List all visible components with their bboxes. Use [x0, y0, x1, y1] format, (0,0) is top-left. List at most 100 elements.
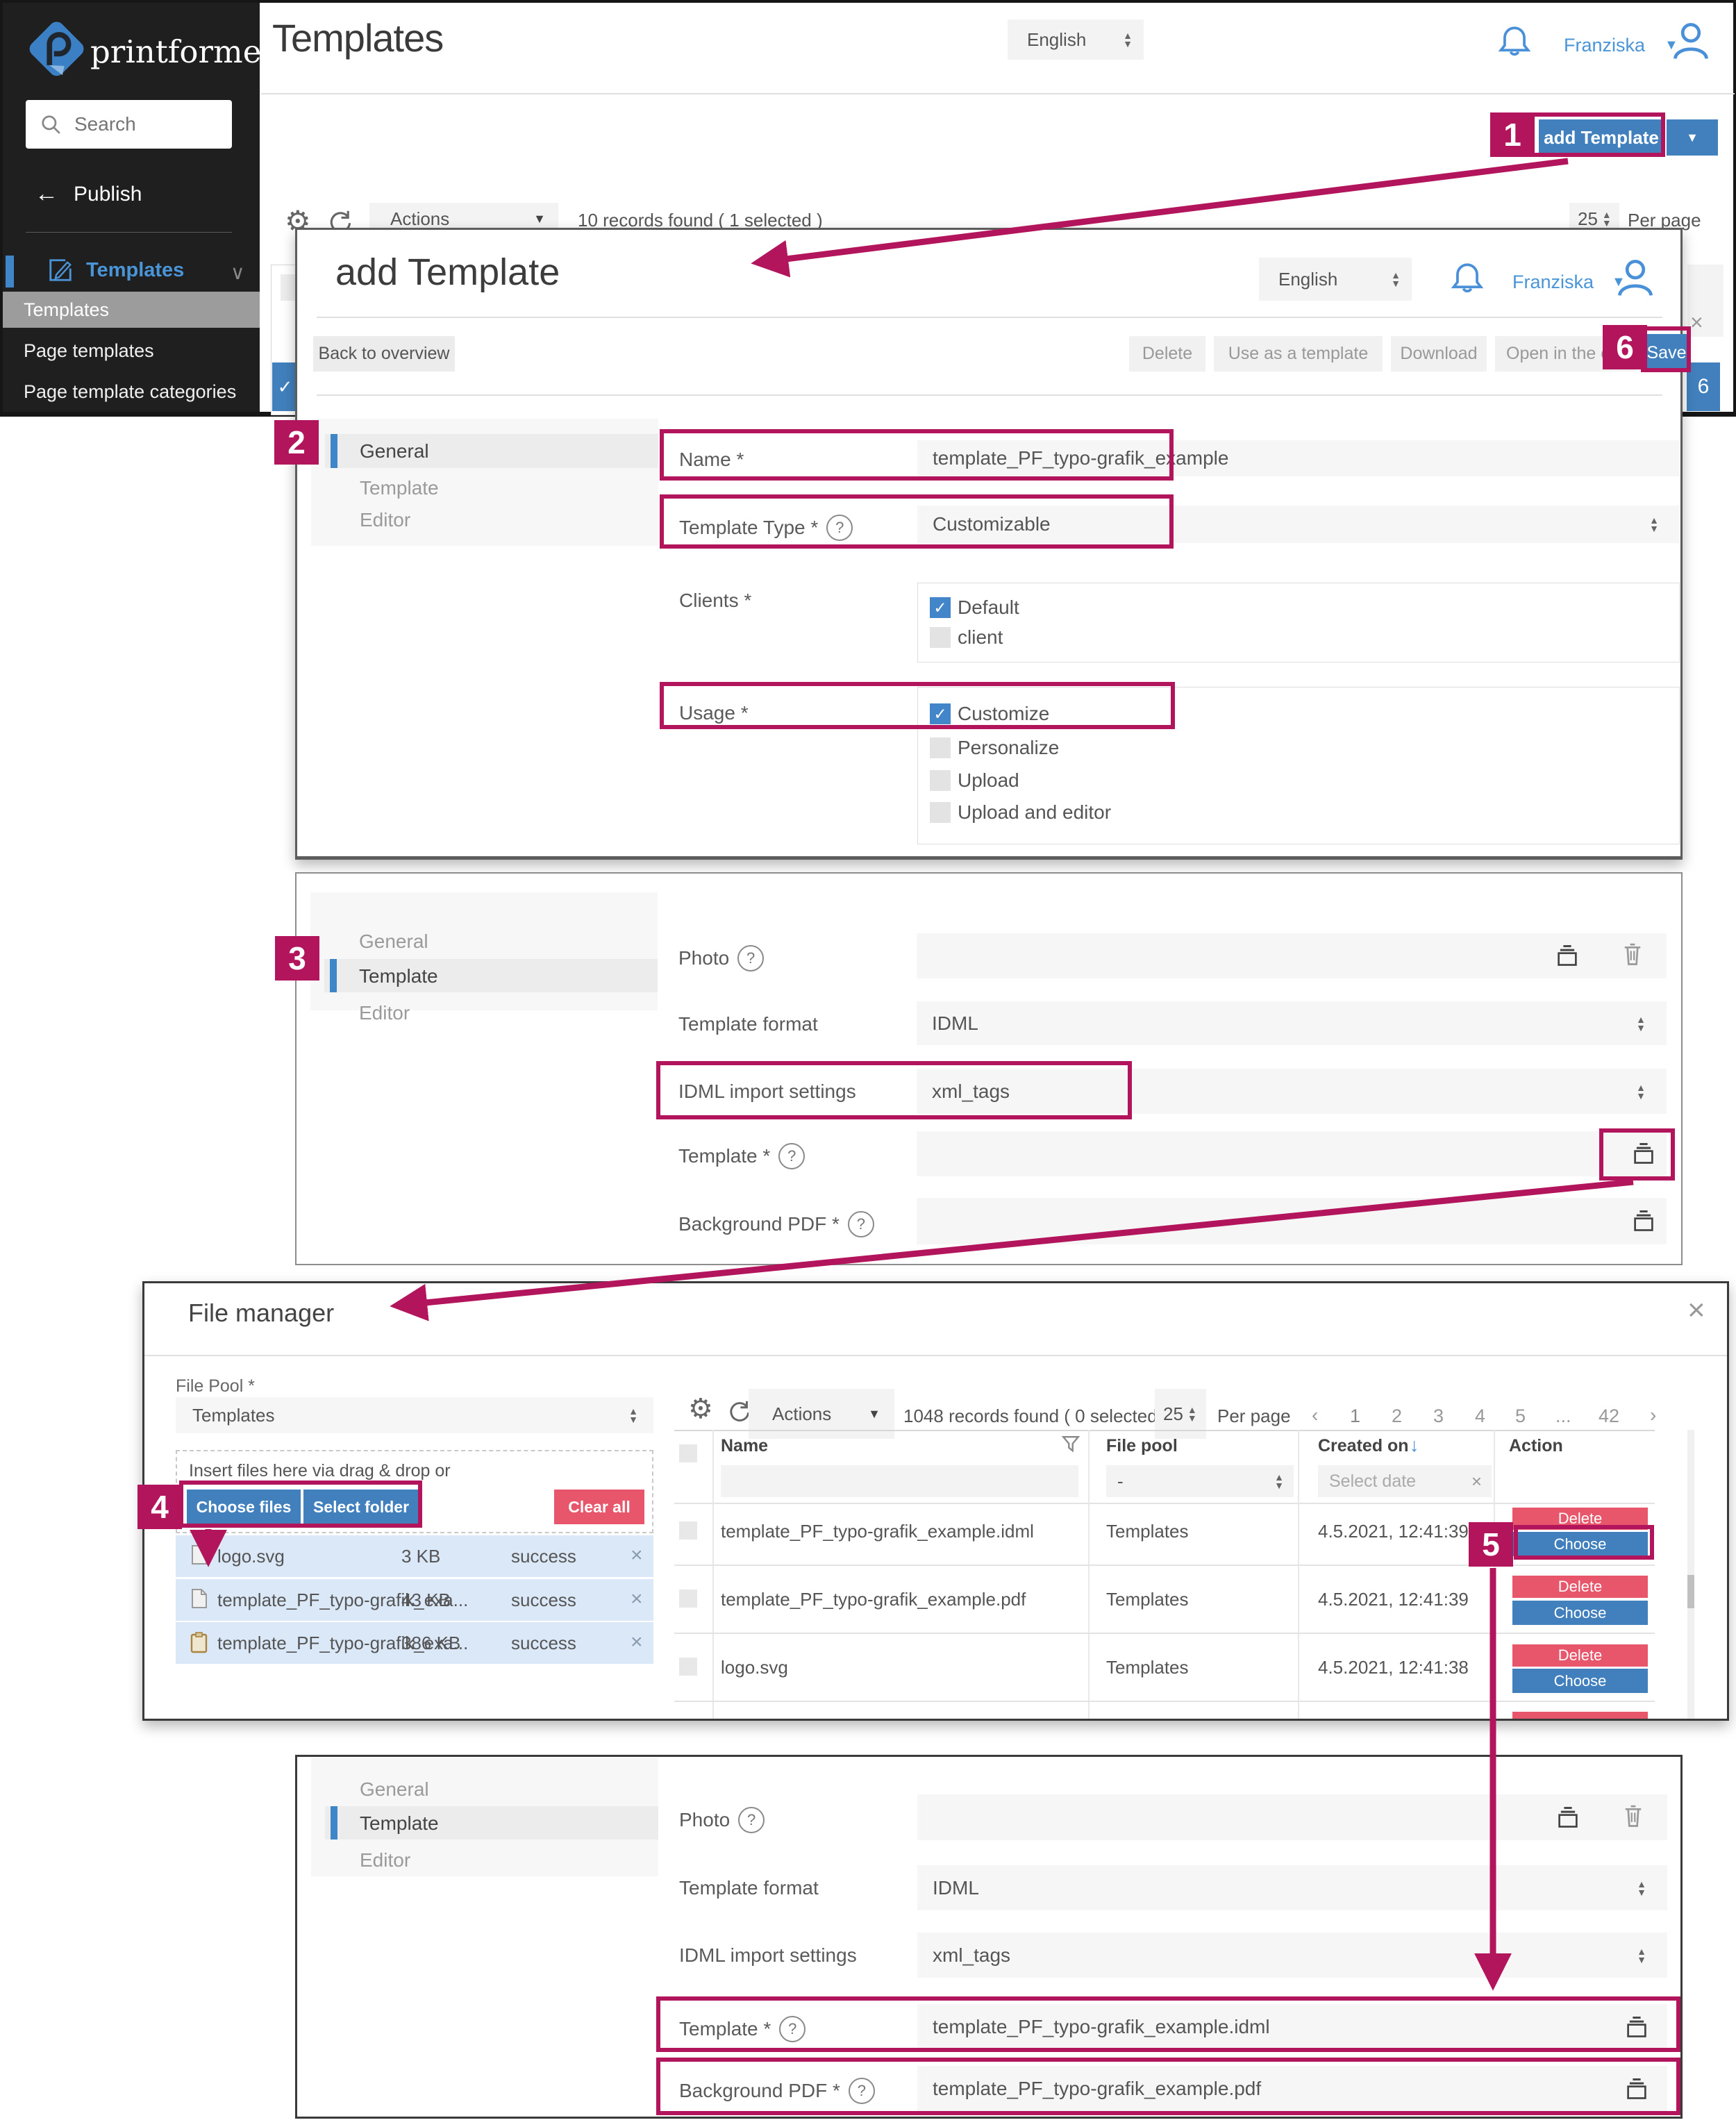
tab-template-active[interactable]: Template: [324, 959, 658, 992]
language-select[interactable]: English ▲▼: [1008, 19, 1144, 60]
caret-down-icon: ▼: [868, 1407, 880, 1421]
sidebar-search[interactable]: [26, 100, 232, 149]
caret-down-icon: ▼: [1686, 131, 1699, 145]
tab-editor[interactable]: Editor: [360, 509, 410, 531]
usage-option-upload[interactable]: Upload: [930, 769, 1019, 792]
refresh-icon[interactable]: [726, 1400, 750, 1424]
row-checkbox[interactable]: [679, 1590, 697, 1608]
modal-title: add Template: [335, 251, 560, 294]
close-icon[interactable]: ×: [1687, 1293, 1705, 1328]
upload-row: template_PF_typo-grafik_exa... 386 KB su…: [176, 1622, 653, 1664]
user-menu[interactable]: Franziska ▼: [1512, 272, 1626, 293]
help-icon[interactable]: ?: [737, 945, 764, 971]
select-all-checkbox[interactable]: [679, 1444, 697, 1462]
pagination-prev[interactable]: ‹: [1312, 1404, 1318, 1426]
sidebar-item-page-templates[interactable]: Page templates: [24, 340, 154, 362]
page-3[interactable]: 3: [1433, 1406, 1444, 1427]
clear-icon[interactable]: ×: [1471, 1471, 1482, 1492]
use-as-template-button[interactable]: Use as a template: [1214, 336, 1383, 372]
template-format-select[interactable]: IDML ▲▼: [917, 1001, 1667, 1045]
page-42[interactable]: 42: [1599, 1406, 1619, 1427]
idml-import-select[interactable]: xml_tags ▲▼: [917, 1933, 1667, 1978]
sort-desc-icon[interactable]: ↓: [1410, 1435, 1419, 1456]
sort-arrows-icon: ▲▼: [1636, 1015, 1646, 1032]
tab-general[interactable]: General: [359, 931, 428, 953]
user-icon[interactable]: [1671, 21, 1711, 61]
sidebar-item-publish[interactable]: ← Publish: [35, 181, 142, 208]
tab-template[interactable]: Template: [360, 477, 439, 499]
tab-panel: General Template Editor: [311, 1758, 658, 1876]
language-select[interactable]: English ▲▼: [1259, 258, 1412, 301]
back-to-overview-button[interactable]: Back to overview: [313, 336, 455, 372]
chevron-down-icon[interactable]: ∨: [231, 261, 245, 284]
bell-icon[interactable]: [1450, 260, 1485, 295]
file-icon: [188, 1544, 210, 1567]
checkbox-unchecked-icon[interactable]: [930, 802, 951, 823]
tab-general-active[interactable]: General: [325, 434, 658, 468]
remove-icon[interactable]: ×: [631, 1544, 643, 1567]
gear-icon[interactable]: ⚙: [688, 1393, 713, 1425]
upload-row: template_PF_typo-grafik_exa... 43 KB suc…: [176, 1579, 653, 1621]
user-menu[interactable]: Franziska ▼: [1564, 35, 1678, 56]
client-option-default[interactable]: Default: [930, 597, 1019, 619]
checkbox-unchecked-icon[interactable]: [930, 770, 951, 791]
delete-button[interactable]: Delete: [1512, 1576, 1648, 1598]
remove-icon[interactable]: ×: [631, 1630, 643, 1654]
trash-icon[interactable]: [1620, 942, 1645, 967]
file-manager-icon[interactable]: [1555, 1805, 1580, 1829]
tab-template-active[interactable]: Template: [325, 1806, 658, 1840]
page-5[interactable]: 5: [1515, 1406, 1526, 1427]
brand-wordmark: printformer: [90, 33, 276, 70]
add-template-dropdown-button[interactable]: ▼: [1667, 119, 1718, 156]
row-select-fragment: ✓: [272, 362, 298, 411]
tab-editor[interactable]: Editor: [360, 1849, 410, 1871]
actions-select[interactable]: Actions ▼: [749, 1389, 894, 1439]
template-format-select[interactable]: IDML ▲▼: [917, 1865, 1667, 1910]
delete-button[interactable]: Delete: [1512, 1644, 1648, 1667]
clear-all-button[interactable]: Clear all: [554, 1490, 644, 1524]
trash-icon[interactable]: [1621, 1804, 1646, 1829]
scrollbar-track[interactable]: [1687, 1430, 1694, 1719]
publish-label: Publish: [74, 183, 142, 206]
page-1[interactable]: 1: [1350, 1406, 1360, 1427]
remove-icon[interactable]: ×: [631, 1587, 643, 1611]
sidebar-item-page-template-categories[interactable]: Page template categories: [24, 381, 236, 403]
checkbox-unchecked-icon[interactable]: [930, 737, 951, 758]
checkbox-unchecked-icon[interactable]: [930, 627, 951, 648]
delete-button[interactable]: Delete: [1129, 336, 1205, 372]
help-icon[interactable]: ?: [778, 1143, 805, 1169]
file-pool-filter-select[interactable]: - ▲▼: [1106, 1465, 1294, 1497]
choose-button[interactable]: Choose: [1512, 1601, 1648, 1625]
row-checkbox[interactable]: [679, 1658, 697, 1676]
checkbox-checked-icon[interactable]: [930, 597, 951, 618]
search-input[interactable]: [73, 112, 215, 136]
usage-option-upload-and-editor[interactable]: Upload and editor: [930, 801, 1111, 824]
name-filter-input[interactable]: [721, 1465, 1078, 1497]
background-pdf-label: Background PDF *?: [678, 1211, 874, 1237]
scrollbar-thumb[interactable]: [1687, 1575, 1694, 1608]
bell-icon[interactable]: [1497, 24, 1532, 58]
per-page-select[interactable]: 25 ▲▼: [1155, 1389, 1206, 1439]
tab-general[interactable]: General: [360, 1778, 429, 1801]
usage-option-personalize[interactable]: Personalize: [930, 737, 1059, 759]
file-manager-icon[interactable]: [1555, 944, 1580, 967]
help-icon[interactable]: ?: [738, 1807, 765, 1833]
row-checkbox[interactable]: [679, 1521, 697, 1540]
user-icon[interactable]: [1615, 258, 1655, 298]
highlight-usage-customize: [660, 682, 1175, 729]
help-icon[interactable]: ?: [848, 1211, 874, 1237]
page-4[interactable]: 4: [1475, 1406, 1485, 1427]
client-option-client[interactable]: client: [930, 626, 1003, 649]
page-2[interactable]: 2: [1392, 1406, 1402, 1427]
choose-button[interactable]: Choose: [1512, 1669, 1648, 1693]
sidebar-item-templates[interactable]: Templates: [3, 292, 260, 328]
table-top-border: [674, 1430, 1655, 1431]
file-pool-select[interactable]: Templates ▲▼: [176, 1397, 653, 1433]
date-filter[interactable]: Select date ×: [1318, 1465, 1492, 1497]
tab-editor[interactable]: Editor: [359, 1002, 410, 1024]
download-button[interactable]: Download: [1391, 336, 1487, 372]
pagination-next[interactable]: ›: [1650, 1404, 1656, 1426]
sidebar-section-templates[interactable]: Templates: [47, 257, 184, 283]
funnel-icon[interactable]: [1061, 1435, 1080, 1454]
file-manager-icon[interactable]: [1631, 1209, 1656, 1233]
